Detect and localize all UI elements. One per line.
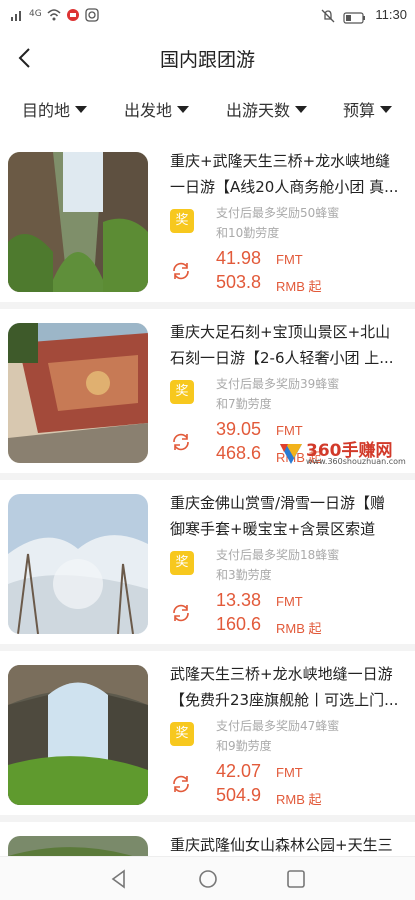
exchange-icon (170, 773, 192, 795)
product-card[interactable]: 武隆天生三桥+龙水峡地缝一日游【免费升23座旗舰舱丨可选上门... 奖 支付后最… (0, 651, 415, 815)
product-title[interactable]: 武隆天生三桥+龙水峡地缝一日游【免费升23座旗舰舱丨可选上门... (170, 661, 400, 713)
product-image[interactable] (8, 323, 148, 463)
product-title[interactable]: 重庆金佛山赏雪/滑雪一日游【赠御寒手套+暖宝宝+含景区索道+... (170, 490, 400, 542)
nav-back-button[interactable] (108, 868, 130, 890)
price-fmt: 39.05 (216, 419, 262, 439)
product-card[interactable]: 重庆+武隆天生三桥+龙水峡地缝一日游【A线20人商务舱小团 真... 奖 支付后… (0, 138, 415, 302)
caret-down-icon (380, 105, 393, 113)
product-title[interactable]: 重庆大足石刻+宝顶山景区+北山石刻一日游【2-6人轻奢小团 上... (170, 319, 400, 371)
reward-text: 支付后最多奖励39蜂蜜 和7勤劳度 (216, 374, 406, 414)
reward-line: 支付后最多奖励39蜂蜜 (216, 377, 340, 391)
product-card[interactable]: 重庆金佛山赏雪/滑雪一日游【赠御寒手套+暖宝宝+含景区索道+... 奖 支付后最… (0, 480, 415, 644)
triangle-back-icon (111, 869, 125, 889)
notification-icon (66, 7, 80, 21)
price-rmb: 468.6 (216, 443, 262, 463)
price-rmb-unit: RMB 起 (276, 792, 322, 807)
filter-label: 目的地 (22, 101, 71, 120)
price-fmt: 41.98 (216, 248, 262, 268)
reward-line: 支付后最多奖励50蜂蜜 (216, 206, 340, 220)
filter-label: 预算 (343, 101, 376, 120)
price-rmb-unit: RMB 起 (276, 621, 322, 636)
reward-line: 和3勤劳度 (216, 568, 272, 582)
reward-line: 和9勤劳度 (216, 739, 272, 753)
filter-label: 出发地 (124, 101, 173, 120)
price-rmb: 504.9 (216, 785, 262, 805)
reward-line: 支付后最多奖励18蜂蜜 (216, 548, 340, 562)
filter-destination[interactable]: 目的地 (22, 94, 88, 124)
price-fmt: 13.38 (216, 590, 262, 610)
caret-down-icon (295, 105, 308, 113)
product-title[interactable]: 重庆武隆仙女山森林公园+天生三 (170, 832, 400, 856)
system-nav-bar (0, 856, 415, 900)
divider (0, 815, 415, 822)
price-fmt: 42.07 (216, 761, 262, 781)
square-recents-icon (287, 870, 305, 888)
product-image[interactable] (8, 665, 148, 805)
reward-badge: 奖 (170, 722, 194, 746)
filter-budget[interactable]: 预算 (343, 94, 393, 124)
wifi-icon (47, 7, 61, 21)
reward-line: 支付后最多奖励47蜂蜜 (216, 719, 340, 733)
status-bar: 4G 11:30 (0, 0, 415, 30)
battery-icon (343, 9, 367, 24)
price-rmb-unit: RMB 起 (276, 279, 322, 294)
exchange-icon (170, 431, 192, 453)
caret-down-icon (177, 105, 190, 113)
exchange-icon (170, 260, 192, 282)
divider (0, 644, 415, 651)
watermark: 360手赚网 www.360shouzhuan.com (278, 434, 413, 472)
reward-badge: 奖 (170, 209, 194, 233)
mute-icon (321, 8, 335, 22)
watermark-url: www.360shouzhuan.com (306, 457, 406, 466)
product-image[interactable] (8, 152, 148, 292)
caret-down-icon (75, 105, 88, 113)
product-card[interactable]: 重庆武隆仙女山森林公园+天生三 (0, 822, 415, 856)
reward-badge: 奖 (170, 551, 194, 575)
product-image[interactable] (8, 494, 148, 634)
nav-recents-button[interactable] (285, 868, 307, 890)
price-rmb: 160.6 (216, 614, 262, 634)
price-rmb: 503.8 (216, 272, 262, 292)
nav-home-button[interactable] (197, 868, 219, 890)
product-title[interactable]: 重庆+武隆天生三桥+龙水峡地缝一日游【A线20人商务舱小团 真... (170, 148, 400, 200)
filter-label: 出游天数 (226, 101, 291, 120)
exchange-icon (170, 602, 192, 624)
app-icon (85, 7, 99, 22)
price-fmt-unit: FMT (276, 252, 303, 267)
header: 国内跟团游 (0, 30, 415, 86)
reward-text: 支付后最多奖励18蜂蜜 和3勤劳度 (216, 545, 406, 585)
divider (0, 302, 415, 309)
page-title: 国内跟团游 (159, 49, 255, 71)
reward-line: 和7勤劳度 (216, 397, 272, 411)
reward-text: 支付后最多奖励50蜂蜜 和10勤劳度 (216, 203, 406, 243)
reward-text: 支付后最多奖励47蜂蜜 和9勤劳度 (216, 716, 406, 756)
reward-badge: 奖 (170, 380, 194, 404)
divider (0, 473, 415, 480)
price-fmt-unit: FMT (276, 765, 303, 780)
watermark-logo-icon (280, 444, 302, 464)
network-type: 4G (29, 9, 42, 19)
price-fmt-unit: FMT (276, 594, 303, 609)
circle-home-icon (199, 870, 217, 888)
filter-bar: 目的地 出发地 出游天数 预算 (0, 94, 415, 124)
filter-days[interactable]: 出游天数 (226, 94, 308, 124)
filter-departure[interactable]: 出发地 (124, 94, 190, 124)
product-image[interactable] (8, 836, 148, 856)
signal-icon (10, 7, 24, 21)
clock: 11:30 (375, 7, 407, 22)
reward-line: 和10勤劳度 (216, 226, 280, 240)
